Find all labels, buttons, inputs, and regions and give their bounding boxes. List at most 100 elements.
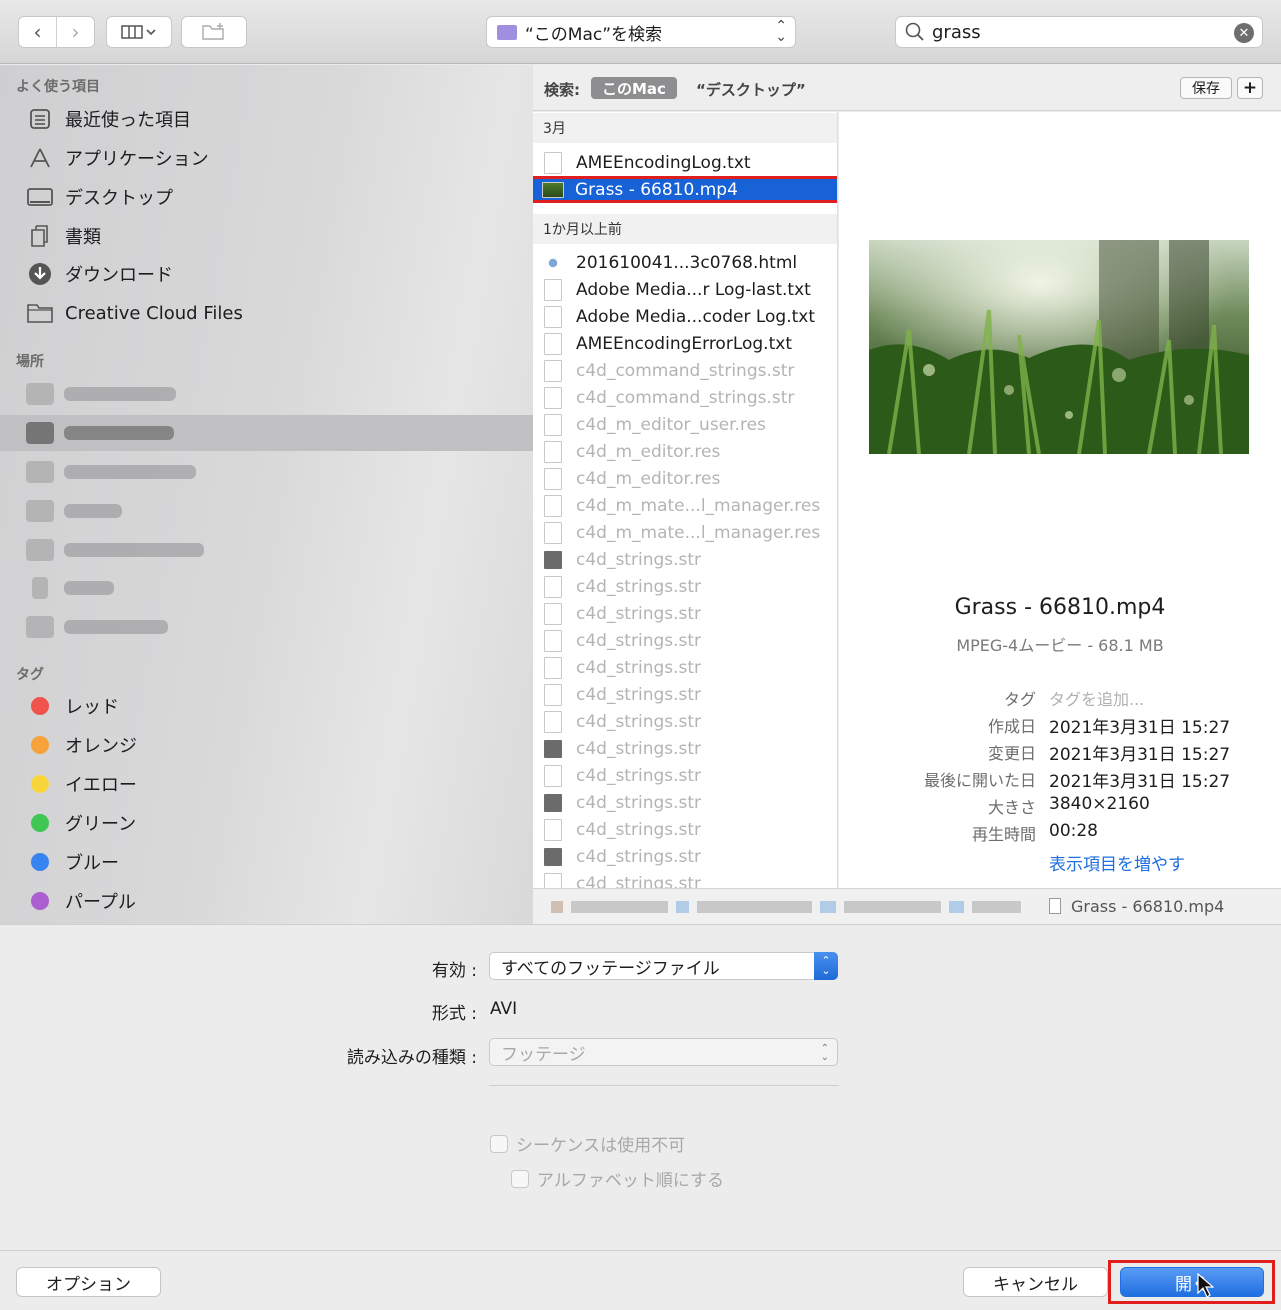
sidebar-tag-red[interactable]: レッド: [26, 688, 119, 724]
file-name: c4d_strings.str: [576, 846, 702, 867]
search-field[interactable]: grass ✕: [895, 16, 1263, 48]
document-icon: [544, 386, 562, 409]
back-button[interactable]: ‹: [19, 17, 56, 47]
file-name: c4d_command_strings.str: [576, 360, 795, 381]
sidebar-item-desktop[interactable]: デスクトップ: [26, 179, 173, 215]
file-name: c4d_m_mate...l_manager.res: [576, 495, 821, 516]
save-search-button[interactable]: 保存: [1180, 77, 1232, 99]
sidebar-tag-yellow[interactable]: イエロー: [26, 766, 137, 802]
file-name: c4d_m_editor_user.res: [576, 414, 766, 435]
cancel-button[interactable]: キャンセル: [963, 1267, 1108, 1297]
file-row[interactable]: c4d_strings.str: [533, 681, 837, 708]
tags-header: タグ: [16, 667, 44, 683]
file-row[interactable]: c4d_strings.str: [533, 627, 837, 654]
new-folder-button[interactable]: [181, 16, 247, 48]
document-icon: [544, 278, 562, 301]
sidebar-location-redacted[interactable]: [26, 420, 174, 446]
file-row[interactable]: c4d_strings.str: [533, 789, 837, 816]
sidebar-item-label: 書類: [65, 227, 101, 248]
sidebar-tag-blue[interactable]: ブルー: [26, 844, 119, 880]
view-mode-button[interactable]: [106, 16, 172, 48]
sidebar-location-redacted[interactable]: [26, 459, 196, 485]
file-row[interactable]: Adobe Media...r Log-last.txt: [533, 276, 837, 303]
add-criteria-button[interactable]: +: [1237, 77, 1263, 99]
sidebar-tag-orange[interactable]: オレンジ: [26, 727, 137, 763]
sidebar-item-recents[interactable]: 最近使った項目: [26, 101, 191, 137]
sidebar-item-label: デスクトップ: [65, 188, 173, 209]
file-name: 201610041...3c0768.html: [576, 252, 798, 273]
file-row[interactable]: c4d_strings.str: [533, 546, 837, 573]
mouse-cursor-icon: [1197, 1273, 1214, 1298]
sequence-checkbox[interactable]: シーケンスは使用不可: [490, 1131, 685, 1156]
video-file-icon: [1049, 898, 1061, 914]
sidebar-tag-green[interactable]: グリーン: [26, 805, 136, 841]
sidebar-location-redacted[interactable]: [26, 537, 204, 563]
meta-key: 大きさ: [987, 798, 1036, 817]
file-row[interactable]: c4d_strings.str: [533, 654, 837, 681]
file-row[interactable]: c4d_m_editor.res: [533, 465, 837, 492]
file-row[interactable]: c4d_command_strings.str: [533, 384, 837, 411]
enable-label: 有効 :: [431, 961, 477, 981]
file-row[interactable]: c4d_strings.str: [533, 600, 837, 627]
document-icon: [544, 413, 562, 436]
file-row[interactable]: c4d_strings.str: [533, 708, 837, 735]
file-name: c4d_strings.str: [576, 873, 702, 889]
file-row[interactable]: AMEEncodingLog.txt: [533, 149, 837, 176]
file-row[interactable]: c4d_strings.str: [533, 762, 837, 789]
tag-dot-icon: [31, 775, 49, 793]
file-name: c4d_strings.str: [576, 630, 702, 651]
search-input[interactable]: grass: [932, 22, 981, 43]
file-row[interactable]: Adobe Media...coder Log.txt: [533, 303, 837, 330]
file-row[interactable]: c4d_strings.str: [533, 735, 837, 762]
up-down-arrows-icon: ⌃ ⌄: [775, 18, 787, 45]
enable-popup[interactable]: すべてのフッテージファイル ⌃ ⌄: [489, 952, 838, 980]
forward-button[interactable]: ›: [56, 17, 94, 47]
sidebar-location-redacted[interactable]: [26, 498, 122, 524]
sidebar-tag-purple[interactable]: パープル: [26, 883, 136, 919]
tag-label: ブルー: [65, 853, 119, 874]
path-file-name[interactable]: Grass - 66810.mp4: [1071, 897, 1224, 916]
location-popup[interactable]: “このMac”を検索 ⌃ ⌄: [486, 16, 796, 48]
scope-desktop-button[interactable]: “デスクトップ”: [696, 79, 806, 100]
sidebar-location-redacted[interactable]: [26, 614, 168, 640]
text-file-icon: [544, 151, 562, 174]
file-row[interactable]: c4d_strings.str: [533, 870, 837, 889]
file-row[interactable]: c4d_m_mate...l_manager.res: [533, 519, 837, 546]
file-row[interactable]: c4d_strings.str: [533, 573, 837, 600]
document-icon: [544, 818, 562, 841]
file-row[interactable]: c4d_m_mate...l_manager.res: [533, 492, 837, 519]
new-folder-icon: [202, 23, 224, 40]
file-row-selected[interactable]: Grass - 66810.mp4: [533, 176, 837, 203]
options-button[interactable]: オプション: [16, 1267, 161, 1297]
checkbox-label: シーケンスは使用不可: [516, 1136, 686, 1156]
file-row[interactable]: c4d_strings.str: [533, 816, 837, 843]
file-row[interactable]: 201610041...3c0768.html: [533, 249, 837, 276]
file-row[interactable]: c4d_m_editor_user.res: [533, 411, 837, 438]
sidebar-item-documents[interactable]: 書類: [26, 218, 101, 254]
highlight-box: [1108, 1260, 1275, 1304]
file-row[interactable]: c4d_command_strings.str: [533, 357, 837, 384]
alphabetical-checkbox[interactable]: アルファベット順にする: [511, 1166, 724, 1191]
file-name: Adobe Media...coder Log.txt: [576, 306, 815, 327]
import-type-popup[interactable]: フッテージ ⌃ ⌄: [489, 1038, 838, 1066]
format-label: 形式 :: [431, 1004, 477, 1024]
file-name: c4d_strings.str: [576, 549, 702, 570]
sidebar-item-creative-cloud[interactable]: Creative Cloud Files: [26, 295, 243, 331]
tag-dot-icon: [31, 814, 49, 832]
file-row[interactable]: AMEEncodingErrorLog.txt: [533, 330, 837, 357]
sidebar-location-redacted[interactable]: [26, 575, 114, 601]
file-row[interactable]: c4d_m_editor.res: [533, 438, 837, 465]
file-name: c4d_command_strings.str: [576, 387, 795, 408]
sidebar-location-redacted[interactable]: [26, 381, 176, 407]
show-more-link[interactable]: 表示項目を増やす: [1049, 850, 1185, 875]
file-row[interactable]: c4d_strings.str: [533, 843, 837, 870]
clear-search-icon[interactable]: ✕: [1234, 23, 1254, 43]
document-icon: [544, 629, 562, 652]
tag-dot-icon: [31, 736, 49, 754]
sidebar-item-applications[interactable]: アプリケーション: [26, 140, 209, 176]
file-name: c4d_strings.str: [576, 684, 702, 705]
scope-this-mac-button[interactable]: このMac: [591, 77, 677, 99]
add-tag-field[interactable]: タグを追加...: [1049, 686, 1144, 710]
sidebar-item-label: 最近使った項目: [65, 110, 191, 131]
sidebar-item-downloads[interactable]: ダウンロード: [26, 256, 173, 292]
